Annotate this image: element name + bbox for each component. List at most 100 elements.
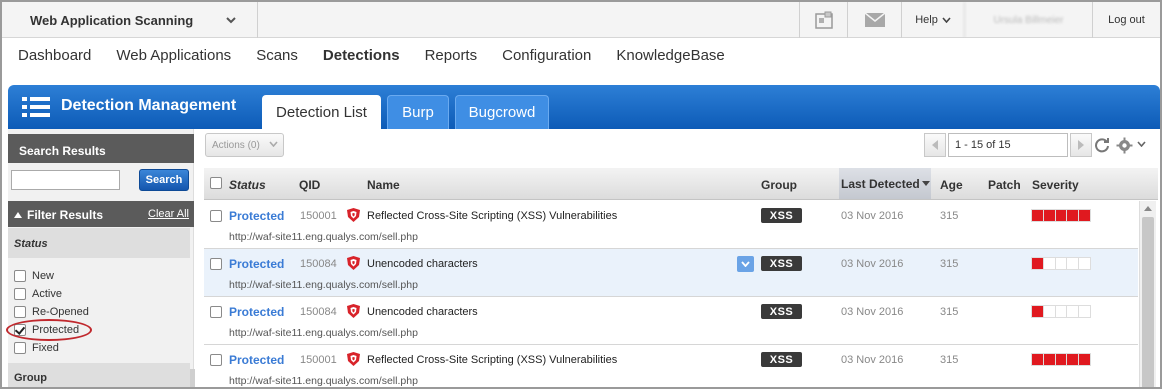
column-status[interactable]: Status (229, 178, 266, 192)
row-qid: 150001 (300, 210, 337, 222)
row-checkbox[interactable] (210, 354, 222, 366)
column-qid[interactable]: QID (299, 178, 320, 192)
row-status-link[interactable]: Protected (229, 353, 284, 367)
caret-right-icon (1078, 140, 1084, 150)
row-url: http://waf-site11.eng.qualys.com/sell.ph… (229, 375, 418, 387)
row-status-link[interactable]: Protected (229, 209, 284, 223)
chevron-down-icon (942, 17, 951, 23)
chevron-down-icon[interactable] (1137, 141, 1146, 147)
module-header: Detection Management Detection List Burp… (8, 85, 1160, 129)
row-status-link[interactable]: Protected (229, 257, 284, 271)
app-name: Web Application Scanning (30, 12, 194, 28)
gear-icon[interactable] (1116, 137, 1133, 154)
refresh-icon[interactable] (1094, 137, 1110, 153)
tab-bugcrowd[interactable]: Bugcrowd (455, 95, 549, 129)
column-patch[interactable]: Patch (988, 178, 1021, 192)
nav-detections[interactable]: Detections (323, 47, 400, 64)
filter-label: Fixed (32, 342, 59, 354)
severity-segment (1055, 210, 1067, 221)
tab-burp[interactable]: Burp (387, 95, 449, 129)
user-name: Ursula Billmeier (993, 14, 1064, 26)
row-name[interactable]: Reflected Cross-Site Scripting (XSS) Vul… (367, 210, 617, 222)
checkbox[interactable] (14, 342, 26, 354)
row-name[interactable]: Reflected Cross-Site Scripting (XSS) Vul… (367, 354, 617, 366)
checkbox[interactable] (14, 270, 26, 282)
filter-results-header[interactable]: Filter Results Clear All (8, 201, 194, 227)
filter-label: New (32, 270, 55, 282)
logout-button[interactable]: Log out (1092, 2, 1160, 38)
nav-web-applications[interactable]: Web Applications (116, 47, 231, 64)
column-group[interactable]: Group (761, 178, 797, 192)
table-row[interactable]: Protected 150084 Unencoded characters http:… (204, 249, 1138, 297)
table-row[interactable]: Protected 150001 Reflected Cross-Site Scri… (204, 201, 1138, 249)
severity-segment (1055, 306, 1067, 317)
row-expand-button[interactable] (737, 256, 754, 272)
row-qid: 150084 (300, 258, 337, 270)
column-age[interactable]: Age (940, 178, 963, 192)
filter-status-fixed[interactable]: Fixed (14, 342, 59, 354)
top-bar: Web Application Scanning Help Ursula Bil… (2, 2, 1160, 38)
tab-detection-list[interactable]: Detection List (262, 95, 381, 129)
list-icon (22, 97, 50, 117)
row-status-link[interactable]: Protected (229, 305, 284, 319)
sidebar-scrollbar[interactable] (190, 369, 195, 387)
column-last-detected[interactable]: Last Detected (839, 168, 931, 199)
search-input[interactable] (11, 170, 120, 190)
checkbox[interactable] (14, 306, 26, 318)
shield-icon (347, 304, 360, 318)
help-menu[interactable]: Help (901, 2, 964, 38)
filter-label: Re-Opened (32, 306, 89, 318)
nav-scans[interactable]: Scans (256, 47, 298, 64)
row-name[interactable]: Unencoded characters (367, 258, 478, 270)
chevron-down-icon (741, 261, 750, 267)
checkbox[interactable] (14, 288, 26, 300)
app-window: Web Application Scanning Help Ursula Bil… (0, 0, 1162, 389)
group-badge: XSS (761, 352, 802, 367)
filter-status-new[interactable]: New (14, 270, 54, 282)
nav-configuration[interactable]: Configuration (502, 47, 591, 64)
row-checkbox[interactable] (210, 258, 222, 270)
column-name[interactable]: Name (367, 178, 400, 192)
filter-status-reopened[interactable]: Re-Opened (14, 306, 89, 318)
column-severity[interactable]: Severity (1032, 178, 1079, 192)
row-checkbox[interactable] (210, 306, 222, 318)
user-menu[interactable]: Ursula Billmeier (964, 2, 1092, 38)
actions-dropdown[interactable]: Actions (0) (205, 133, 284, 157)
row-last-detected: 03 Nov 2016 (841, 354, 904, 366)
dashboard-widget-icon[interactable] (799, 2, 847, 38)
clear-all-link[interactable]: Clear All (148, 208, 189, 220)
nav-knowledgebase[interactable]: KnowledgeBase (616, 47, 724, 64)
scroll-up-icon[interactable] (1144, 206, 1152, 211)
nav-reports[interactable]: Reports (425, 47, 478, 64)
row-name[interactable]: Unencoded characters (367, 306, 478, 318)
group-badge: XSS (761, 304, 802, 319)
shield-icon (347, 256, 360, 270)
severity-segment (1032, 210, 1043, 221)
search-button[interactable]: Search (139, 169, 189, 191)
table-scrollbar[interactable] (1139, 201, 1156, 387)
main-nav: Dashboard Web Applications Scans Detecti… (2, 38, 1160, 72)
filter-status-active[interactable]: Active (14, 288, 62, 300)
severity-segment (1043, 306, 1055, 317)
scroll-thumb[interactable] (1142, 217, 1154, 387)
table-row[interactable]: Protected 150084 Unencoded characters http:… (204, 297, 1138, 345)
row-age: 315 (940, 258, 959, 270)
sort-desc-icon (921, 181, 930, 186)
row-checkbox[interactable] (210, 210, 222, 222)
app-selector[interactable]: Web Application Scanning (2, 2, 258, 38)
row-url: http://waf-site11.eng.qualys.com/sell.ph… (229, 327, 418, 339)
shield-icon (347, 208, 360, 222)
tab-label: Bugcrowd (468, 104, 536, 121)
mail-icon[interactable] (847, 2, 901, 38)
nav-dashboard[interactable]: Dashboard (18, 47, 91, 64)
actions-label: Actions (0) (212, 139, 260, 151)
tab-label: Burp (402, 104, 434, 121)
next-page-button[interactable] (1070, 133, 1092, 157)
status-filter-title: Status (8, 228, 190, 258)
prev-page-button[interactable] (924, 133, 946, 157)
row-last-detected: 03 Nov 2016 (841, 306, 904, 318)
search-results-header: Search Results (8, 134, 194, 163)
filter-sidebar: Search Results Search Filter Results Cle… (6, 129, 195, 387)
select-all-checkbox[interactable] (210, 177, 222, 189)
table-row[interactable]: Protected 150001 Reflected Cross-Site Scri… (204, 345, 1138, 387)
